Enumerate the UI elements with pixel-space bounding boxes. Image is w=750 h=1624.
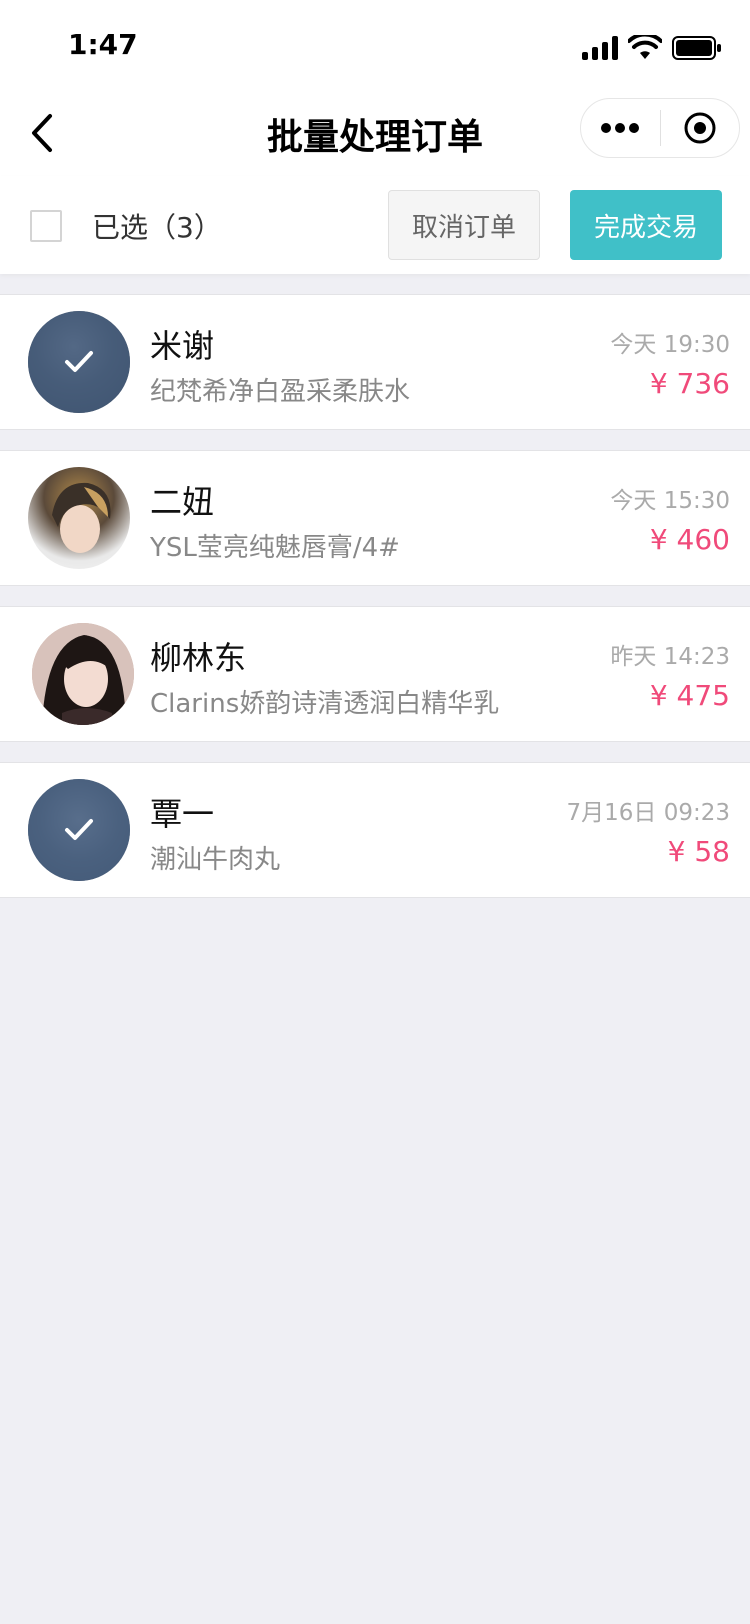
status-icons xyxy=(582,30,722,66)
product-name: YSL莹亮纯魅唇膏/4# xyxy=(150,533,400,563)
customer-name: 米谢 xyxy=(150,327,215,365)
product-name: 纪梵希净白盈采柔肤水 xyxy=(150,377,411,407)
avatar xyxy=(28,779,130,881)
close-miniprogram-button[interactable] xyxy=(661,99,740,157)
order-item[interactable]: 米谢 纪梵希净白盈采柔肤水 今天 19:30 ¥ 736 xyxy=(0,294,750,430)
checkmark-icon xyxy=(65,351,93,372)
order-price: ¥ 58 xyxy=(667,835,730,868)
more-button[interactable] xyxy=(581,99,660,157)
order-time: 今天 15:30 xyxy=(610,488,730,514)
more-dots-icon xyxy=(601,123,640,133)
portrait-image xyxy=(32,623,134,725)
status-bar: 1:47 xyxy=(0,0,750,90)
avatar xyxy=(28,311,130,413)
customer-name: 覃一 xyxy=(150,795,215,833)
status-time: 1:47 xyxy=(68,28,138,61)
order-item[interactable]: 覃一 潮汕牛肉丸 7月16日 09:23 ¥ 58 xyxy=(0,762,750,898)
avatar xyxy=(32,623,134,725)
cellular-signal-icon xyxy=(582,36,618,60)
order-item[interactable]: 二妞 YSL莹亮纯魅唇膏/4# 今天 15:30 ¥ 460 xyxy=(0,450,750,586)
batch-action-bar: 已选（3） 取消订单 完成交易 xyxy=(0,176,750,274)
navigation-bar: 批量处理订单 xyxy=(0,90,750,176)
target-icon xyxy=(684,112,716,144)
battery-icon xyxy=(672,36,721,60)
miniprogram-capsule xyxy=(580,98,740,158)
customer-name: 二妞 xyxy=(150,483,215,521)
customer-name: 柳林东 xyxy=(150,639,247,677)
selected-overlay xyxy=(28,779,130,881)
selected-overlay xyxy=(28,311,130,413)
order-time: 7月16日 09:23 xyxy=(566,800,731,826)
order-time: 今天 19:30 xyxy=(610,332,730,358)
portrait-image xyxy=(52,482,111,553)
product-name: Clarins娇韵诗清透润白精华乳 xyxy=(150,689,500,719)
order-price: ¥ 475 xyxy=(649,679,730,712)
product-name: 潮汕牛肉丸 xyxy=(150,845,281,875)
checkmark-icon xyxy=(65,819,93,840)
select-all-checkbox[interactable] xyxy=(30,210,62,242)
order-price: ¥ 460 xyxy=(649,523,730,556)
selected-count-label: 已选（3） xyxy=(92,211,222,244)
order-price: ¥ 736 xyxy=(649,367,730,400)
order-time: 昨天 14:23 xyxy=(610,644,730,670)
cancel-order-button[interactable]: 取消订单 xyxy=(388,190,540,260)
order-item[interactable]: 柳林东 Clarins娇韵诗清透润白精华乳 昨天 14:23 ¥ 475 xyxy=(0,606,750,742)
avatar xyxy=(28,467,130,569)
complete-transaction-button[interactable]: 完成交易 xyxy=(570,190,722,260)
wifi-icon xyxy=(628,35,662,59)
